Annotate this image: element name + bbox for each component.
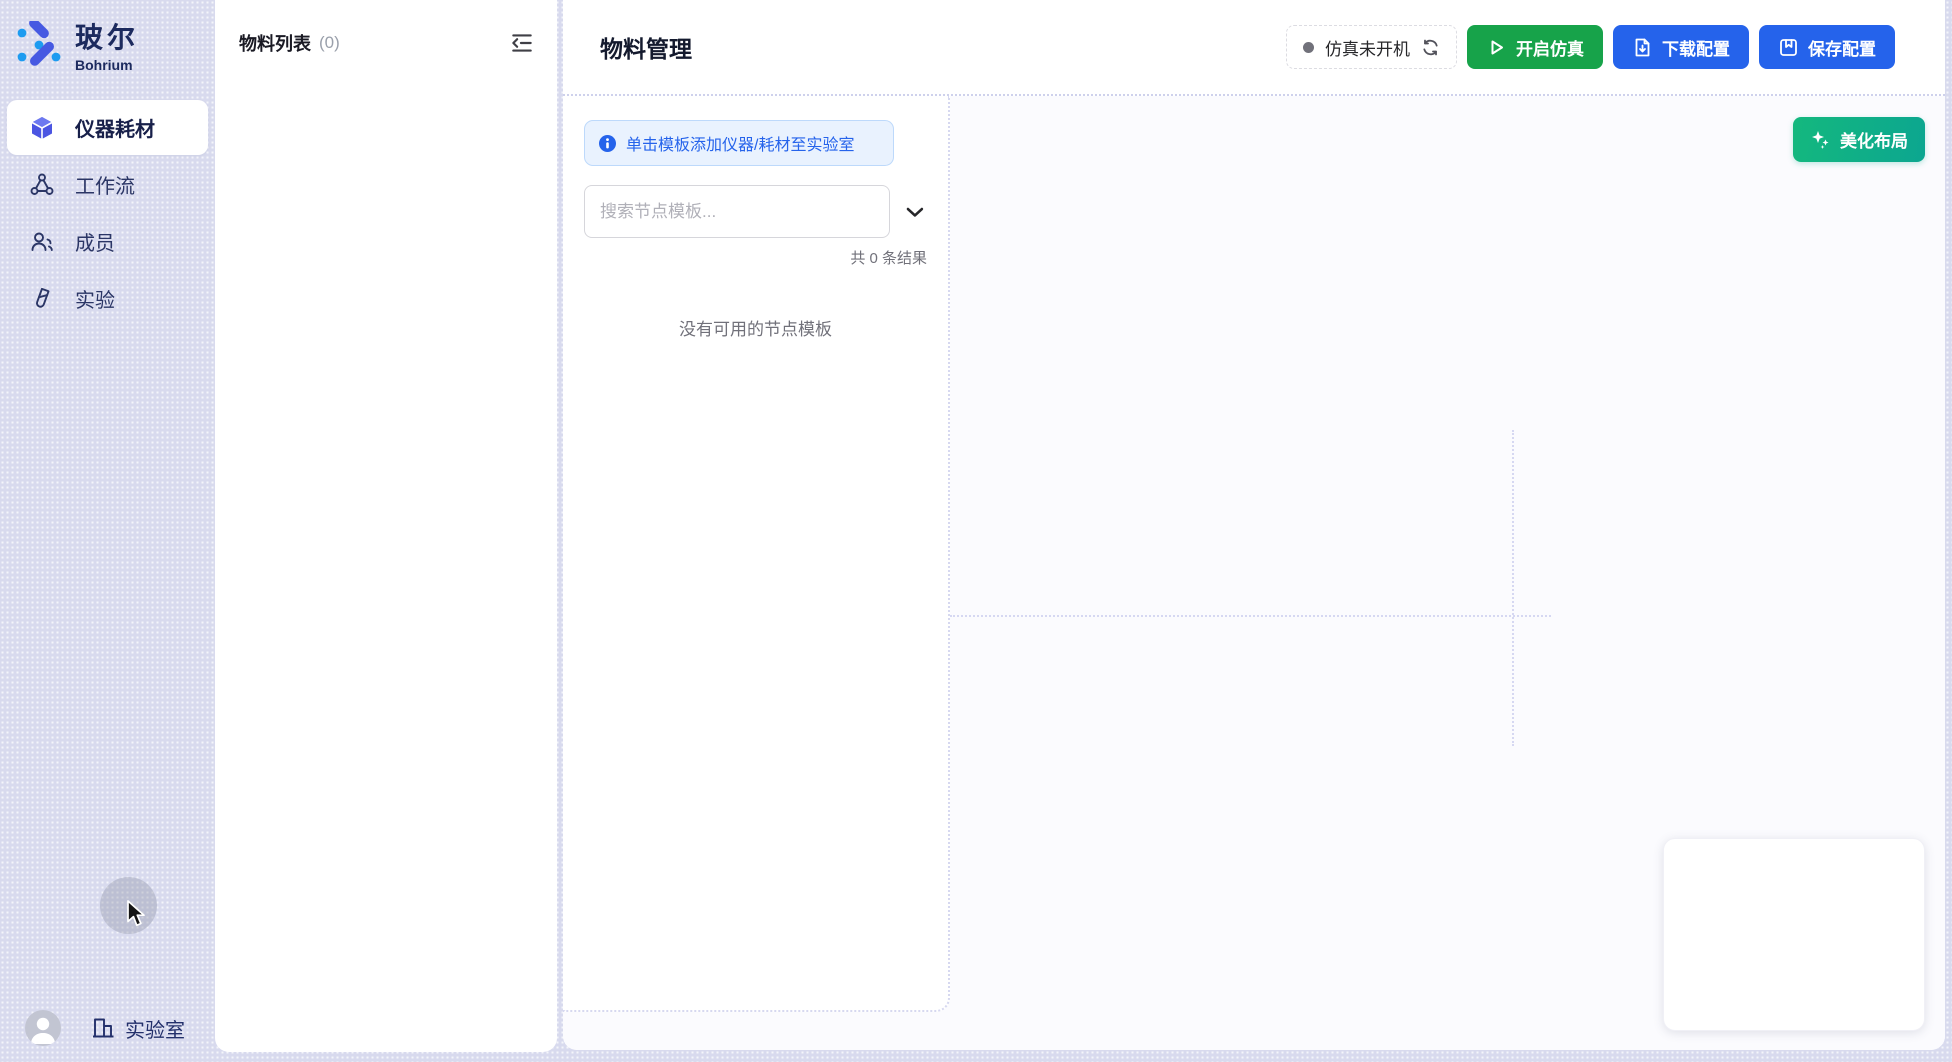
start-simulation-button[interactable]: 开启仿真 xyxy=(1467,25,1603,69)
brand-name-en: Bohrium xyxy=(75,57,139,73)
lab-building-icon xyxy=(90,1015,116,1041)
sidebar-item-label: 工作流 xyxy=(75,170,135,199)
sidebar-item-instruments[interactable]: 仪器耗材 xyxy=(7,100,208,155)
materials-list-panel: 物料列表 (0) xyxy=(215,0,557,1052)
workflow-icon xyxy=(29,172,55,198)
beautify-layout-button[interactable]: 美化布局 xyxy=(1793,117,1925,162)
canvas-guide-horizontal xyxy=(950,615,1551,617)
header-actions: 仿真未开机 开启仿真 下载配 xyxy=(1286,25,1895,69)
save-icon xyxy=(1778,37,1799,58)
lab-entry-label: 实验室 xyxy=(125,1014,185,1043)
sidebar-nav: 仪器耗材 工作流 成员 xyxy=(0,100,215,326)
sidebar-item-label: 仪器耗材 xyxy=(75,113,155,142)
play-icon xyxy=(1486,37,1507,58)
materials-list-count: (0) xyxy=(319,33,340,53)
save-config-button[interactable]: 保存配置 xyxy=(1759,25,1895,69)
template-search-input[interactable] xyxy=(584,185,890,238)
results-count: 共 0 条结果 xyxy=(584,247,927,268)
hint-banner: 单击模板添加仪器/耗材至实验室 xyxy=(584,120,894,166)
collapse-panel-icon[interactable] xyxy=(509,30,535,56)
members-icon xyxy=(29,229,55,255)
download-config-button[interactable]: 下载配置 xyxy=(1613,25,1749,69)
main-content: 物料管理 仿真未开机 开启仿真 xyxy=(563,0,1945,1050)
layout-canvas[interactable]: 单击模板添加仪器/耗材至实验室 共 0 条结果 没有可用的节点模板 美化布局 xyxy=(563,96,1945,1050)
sidebar-item-experiments[interactable]: 实验 xyxy=(7,271,208,326)
download-file-icon xyxy=(1632,37,1653,58)
sidebar-item-label: 成员 xyxy=(75,227,115,256)
page-title: 物料管理 xyxy=(600,30,692,64)
materials-list-title: 物料列表 xyxy=(239,30,311,56)
brand-name-zh: 玻尔 xyxy=(75,16,139,56)
sidebar-item-workflow[interactable]: 工作流 xyxy=(7,157,208,212)
mouse-cursor xyxy=(125,899,146,928)
user-avatar[interactable] xyxy=(25,1010,61,1046)
page-header: 物料管理 仿真未开机 开启仿真 xyxy=(563,0,1945,96)
experiment-icon xyxy=(29,286,55,312)
hint-text: 单击模板添加仪器/耗材至实验室 xyxy=(626,131,854,155)
bohrium-logo-icon xyxy=(15,21,63,69)
canvas-minimap[interactable] xyxy=(1663,838,1925,1031)
avatar-person-icon xyxy=(25,1010,61,1046)
sidebar-item-label: 实验 xyxy=(75,284,115,313)
lab-entry[interactable]: 实验室 xyxy=(90,1014,185,1043)
empty-templates-message: 没有可用的节点模板 xyxy=(584,315,927,340)
refresh-status-icon[interactable] xyxy=(1421,38,1440,57)
simulation-status-label: 仿真未开机 xyxy=(1325,35,1410,60)
canvas-guide-vertical xyxy=(1512,430,1514,746)
sidebar-footer: 实验室 xyxy=(25,1010,185,1046)
sidebar-item-members[interactable]: 成员 xyxy=(7,214,208,269)
status-dot-icon xyxy=(1303,42,1314,53)
cube-icon xyxy=(29,115,55,141)
info-icon xyxy=(598,134,617,153)
simulation-status-pill: 仿真未开机 xyxy=(1286,25,1457,69)
sparkles-icon xyxy=(1810,129,1831,150)
node-template-panel: 单击模板添加仪器/耗材至实验室 共 0 条结果 没有可用的节点模板 xyxy=(563,96,950,1012)
sidebar: 玻尔 Bohrium 仪器耗材 工作流 xyxy=(0,0,215,1062)
brand-logo: 玻尔 Bohrium xyxy=(0,0,215,73)
chevron-down-icon[interactable] xyxy=(903,200,927,224)
